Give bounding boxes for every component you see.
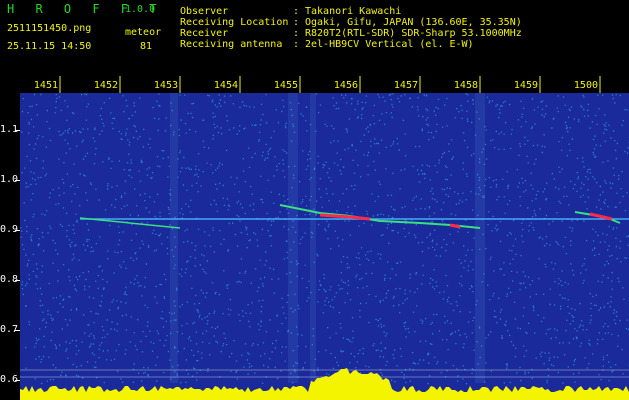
time-tick-label: 1451 bbox=[34, 80, 58, 91]
info-key-receiver: Receiver bbox=[180, 28, 229, 39]
info-value-receiver: R820T2(RTL-SDR) SDR-Sharp 53.1000MHz bbox=[305, 28, 522, 39]
time-axis: 1451 1452 1453 1454 1455 1456 1457 1458 1459 1500 bbox=[0, 74, 629, 93]
vertical-band bbox=[310, 93, 316, 383]
spectrogram-canvas bbox=[20, 93, 629, 400]
time-tick-label: 1457 bbox=[394, 80, 418, 91]
info-colon: : bbox=[293, 17, 300, 28]
info-value-observer: Takanori Kawachi bbox=[305, 6, 402, 17]
info-key-antenna: Receiving antenna bbox=[180, 39, 283, 50]
vertical-band bbox=[288, 93, 298, 383]
time-tick-label: 1500 bbox=[574, 80, 598, 91]
time-tick-label: 1452 bbox=[94, 80, 118, 91]
info-value-location: Ogaki, Gifu, JAPAN (136.60E, 35.35N) bbox=[305, 17, 522, 28]
header-panel: H R O F F T 1.0.0 2511151450.png 25.11.1… bbox=[0, 0, 629, 74]
meteor-count: 81 bbox=[140, 41, 153, 52]
info-key-location: Receiving Location bbox=[180, 17, 289, 28]
info-colon: : bbox=[293, 28, 300, 39]
vertical-band bbox=[170, 93, 178, 383]
spectrogram-background bbox=[20, 93, 629, 400]
file-name: 2511151450.png bbox=[7, 23, 92, 34]
time-tick-label: 1459 bbox=[514, 80, 538, 91]
app-version: 1.0.0 bbox=[125, 4, 156, 15]
info-colon: : bbox=[293, 6, 300, 17]
time-tick-label: 1453 bbox=[154, 80, 178, 91]
time-tick-label: 1454 bbox=[214, 80, 238, 91]
meteor-echo-strong bbox=[449, 223, 461, 229]
time-tick-label: 1456 bbox=[334, 80, 358, 91]
time-tick-label: 1458 bbox=[454, 80, 478, 91]
spectrogram bbox=[20, 93, 629, 400]
time-tick-label: 1455 bbox=[274, 80, 298, 91]
info-key-observer: Observer bbox=[180, 6, 229, 17]
datetime: 25.11.15 14:50 bbox=[7, 41, 92, 52]
vertical-band bbox=[475, 93, 485, 383]
info-colon: : bbox=[293, 39, 300, 50]
meteor-label: meteor bbox=[125, 27, 162, 38]
info-value-antenna: 2el-HB9CV Vertical (el. E-W) bbox=[305, 39, 474, 50]
